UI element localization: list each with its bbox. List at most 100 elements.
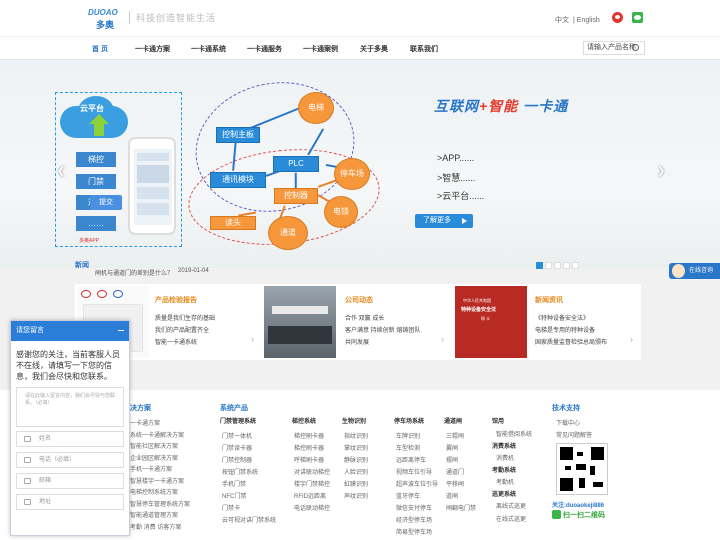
banner-next-arrow[interactable]: ❯ <box>657 166 665 177</box>
footer-link[interactable]: 企业园区解决方案 <box>130 453 178 462</box>
footer-link[interactable]: 电梯控制系统方案 <box>130 487 178 496</box>
footer-link[interactable]: 考勤 消费 访客方案 <box>130 522 181 531</box>
footer-link[interactable]: 按钮门禁系统 <box>222 467 258 476</box>
footer-link[interactable]: 超声波车位引导 <box>396 479 438 488</box>
popup-header[interactable]: 请您留言 <box>11 321 129 341</box>
search-icon[interactable] <box>632 44 639 51</box>
footer-link[interactable]: 通道门 <box>446 467 464 476</box>
footer-link[interactable]: 视频车位引导 <box>396 467 432 476</box>
footer-link[interactable]: 闸翻电门禁 <box>446 503 476 512</box>
footer-link[interactable]: 平移闸 <box>446 479 464 488</box>
footer-solutions-title[interactable]: 决方案 <box>130 403 151 413</box>
footer-link[interactable]: 摆闸 <box>446 455 458 464</box>
submit-button[interactable]: 提交 <box>90 195 122 210</box>
nav-cases[interactable]: 一卡通案例 <box>303 44 338 54</box>
footer-link[interactable]: 车牌识别 <box>396 431 420 440</box>
footer-link[interactable]: 梯控刷卡器 <box>294 431 324 440</box>
news-headline-link[interactable]: 闸机与通道门的差别是什么？ <box>95 268 173 277</box>
message-textarea[interactable]: 请在此输入留言内容，我们会尽快与您联系。（必填） <box>16 387 124 427</box>
footer-link[interactable]: 系统一卡通解决方案 <box>130 430 184 439</box>
footer-link[interactable]: 蓝牙停车 <box>396 491 420 500</box>
footer-link[interactable]: 门禁读卡器 <box>222 443 252 452</box>
footer-attendance-title[interactable]: 考勤系统 <box>492 465 516 474</box>
footer-link[interactable]: 对讲联动梯控 <box>294 467 330 476</box>
nav-solutions[interactable]: 一卡通方案 <box>135 44 170 54</box>
footer-products-title[interactable]: 系统产品 <box>220 403 248 413</box>
footer-link[interactable]: 车型检测 <box>396 443 420 452</box>
footer-link[interactable]: 声纹识别 <box>344 491 368 500</box>
footer-link[interactable]: 微信支付停车 <box>396 503 432 512</box>
carousel-dot[interactable] <box>563 262 570 269</box>
footer-link[interactable]: 道闸 <box>446 491 458 500</box>
footer-access-title[interactable]: 门禁管理系统 <box>220 416 256 425</box>
online-consult-button[interactable]: 在线咨询 <box>669 263 720 279</box>
carousel-dot[interactable] <box>536 262 543 269</box>
wechat-icon[interactable] <box>632 12 643 23</box>
footer-support-title[interactable]: 技术支持 <box>552 403 580 413</box>
footer-link[interactable]: 手机一卡通方案 <box>130 464 172 473</box>
footer-link[interactable]: 考勤机 <box>496 477 514 486</box>
card-company-title[interactable]: 公司动态 <box>345 295 373 305</box>
footer-link[interactable]: 楼宇门禁梯控 <box>294 479 330 488</box>
site-logo[interactable]: DUOAO 多奥 <box>88 8 122 30</box>
address-field[interactable]: 地址 <box>16 494 124 510</box>
footer-link[interactable]: 离线式巡更 <box>496 501 526 510</box>
footer-link[interactable]: NFC门禁 <box>222 491 246 500</box>
footer-link[interactable]: 常见问题解答 <box>556 430 592 439</box>
lang-en-link[interactable]: English <box>577 17 600 24</box>
footer-elevator-title[interactable]: 梯控系统 <box>292 416 316 425</box>
email-field[interactable]: 邮箱 <box>16 473 124 489</box>
footer-link[interactable]: 简易型停车场 <box>396 527 432 536</box>
nav-about[interactable]: 关于多奥 <box>360 44 388 54</box>
footer-link[interactable]: 经济型停车场 <box>396 515 432 524</box>
footer-link[interactable]: 智慧停车管理系统方案 <box>130 499 190 508</box>
card-news-title[interactable]: 新闻资讯 <box>535 295 563 305</box>
footer-link[interactable]: 梯控刷卡器 <box>294 443 324 452</box>
footer-link[interactable]: 手机门禁 <box>222 479 246 488</box>
footer-link[interactable]: 智能通道管理方案 <box>130 510 178 519</box>
footer-link[interactable]: 门禁卡 <box>222 503 240 512</box>
card-report-title[interactable]: 产品检验报告 <box>155 295 197 305</box>
footer-link[interactable]: 云可视对讲门禁系统 <box>222 515 276 524</box>
footer-link[interactable]: 智慧楼宇一卡通方案 <box>130 476 184 485</box>
footer-link[interactable]: 静脉识别 <box>344 455 368 464</box>
carousel-dot[interactable] <box>554 262 561 269</box>
footer-link[interactable]: 门禁控制器 <box>222 455 252 464</box>
meeting-photo[interactable] <box>264 286 336 358</box>
footer-link[interactable]: 虹膜识别 <box>344 479 368 488</box>
footer-link[interactable]: 远距离停车 <box>396 455 426 464</box>
minimize-icon[interactable] <box>118 330 124 331</box>
law-book-image[interactable]: 中华人民共和国 特种设备安全法 释 义 <box>455 286 527 358</box>
footer-link[interactable]: 智能借阅系统 <box>496 429 532 438</box>
footer-link[interactable]: RFID远距离 <box>294 491 326 500</box>
nav-contact[interactable]: 联系我们 <box>410 44 438 54</box>
phone-field[interactable]: 电话（必填） <box>16 452 124 468</box>
chevron-right-icon[interactable]: › <box>630 334 633 344</box>
footer-patrol-title[interactable]: 巡更系统 <box>492 489 516 498</box>
chevron-right-icon[interactable]: › <box>441 334 444 344</box>
footer-link[interactable]: 指纹识别 <box>344 431 368 440</box>
name-field[interactable]: 姓名 <box>16 431 124 447</box>
lang-cn-link[interactable]: 中文 <box>555 17 569 24</box>
nav-systems[interactable]: 一卡通系统 <box>191 44 226 54</box>
nav-services[interactable]: 一卡通服务 <box>247 44 282 54</box>
footer-link[interactable]: 在线式巡更 <box>496 514 526 523</box>
weibo-icon[interactable] <box>612 12 623 23</box>
footer-link[interactable]: 下载中心 <box>556 418 580 427</box>
nav-home[interactable]: 首 页 <box>92 44 108 54</box>
footer-link[interactable]: 门禁一体机 <box>222 431 252 440</box>
footer-bio-title[interactable]: 生物识别 <box>342 416 366 425</box>
carousel-dot[interactable] <box>545 262 552 269</box>
footer-link[interactable]: 呼梯刷卡器 <box>294 455 324 464</box>
footer-link[interactable]: 人脸识别 <box>344 467 368 476</box>
learn-more-button[interactable]: 了解更多 <box>415 214 473 228</box>
footer-link[interactable]: 掌纹识别 <box>344 443 368 452</box>
footer-link[interactable]: 三辊闸 <box>446 431 464 440</box>
footer-parking-title[interactable]: 停车场系统 <box>394 416 424 425</box>
footer-link[interactable]: 电话联动梯控 <box>294 503 330 512</box>
footer-link[interactable]: 智能社区解决方案 <box>130 441 178 450</box>
footer-consume-title[interactable]: 消费系统 <box>492 441 516 450</box>
carousel-dot[interactable] <box>572 262 579 269</box>
chevron-right-icon[interactable]: › <box>251 334 254 344</box>
footer-link[interactable]: 一卡通方案 <box>130 418 160 427</box>
